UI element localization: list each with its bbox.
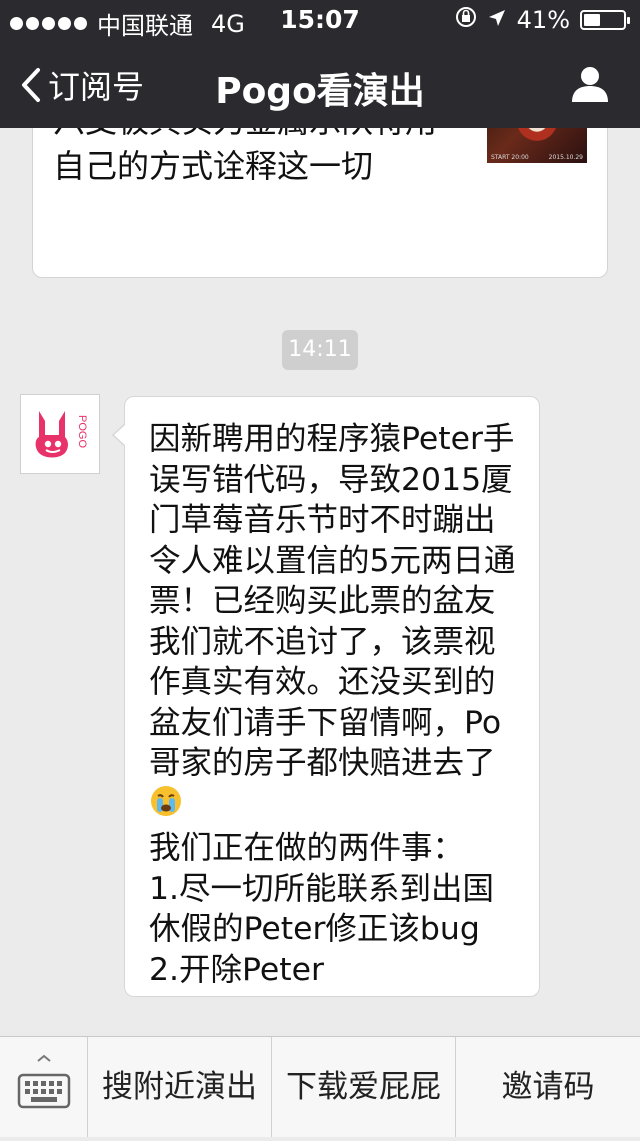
message-text-part1: 因新聘用的程序猿Peter手 误写错代码，导致2015厦 门草莓音乐节时不时蹦出… (149, 421, 516, 781)
location-icon (487, 6, 507, 34)
menu-download-app[interactable]: 下载爱屁屁 (272, 1037, 456, 1137)
navigation-bar: 订阅号 Pogo看演出 (0, 40, 640, 128)
crying-face-icon (149, 784, 183, 829)
thumb-caption-date: 2015.10.29 (548, 154, 583, 161)
message-bubble[interactable]: 因新聘用的程序猿Peter手 误写错代码，导致2015厦 门草莓音乐节时不时蹦出… (112, 396, 540, 997)
keyboard-toggle-button[interactable] (0, 1037, 88, 1137)
page-title: Pogo看演出 (215, 71, 425, 112)
battery-icon (580, 10, 630, 30)
article-text: 六支极具实力金属乐队将用 自己的方式诠释这一切 (53, 128, 437, 185)
battery-percent: 41% (516, 6, 570, 34)
avatar[interactable]: POGO (20, 394, 100, 474)
top-bar: 中国联通 4G 15:07 41% 订阅号 Pogo看演出 (0, 0, 640, 128)
timestamp-badge: 14:11 (282, 330, 358, 370)
profile-button[interactable] (570, 64, 610, 108)
rotation-lock-icon (455, 6, 477, 34)
pogo-logo-icon: POGO (35, 411, 88, 458)
menu-nearby-shows[interactable]: 搜附近演出 (88, 1037, 272, 1137)
bottom-menu: 搜附近演出 下载爱屁屁 邀请码 (0, 1036, 640, 1137)
thumb-caption-start: START 20:00 (491, 154, 529, 161)
message-text-part2: 我们正在做的两件事： 1.尽一切所能联系到出国 休假的Peter修正该bug 2… (149, 830, 495, 988)
skull-artwork-icon (513, 128, 561, 147)
article-card[interactable]: 六支极具实力金属乐队将用 自己的方式诠释这一切 START 20:00 2015… (32, 128, 608, 278)
article-thumbnail[interactable]: START 20:00 2015.10.29 (487, 128, 587, 163)
chat-content[interactable]: 六支极具实力金属乐队将用 自己的方式诠释这一切 START 20:00 2015… (0, 128, 640, 1036)
pogo-logo-text: POGO (76, 415, 88, 448)
person-icon (572, 67, 608, 102)
status-bar: 中国联通 4G 15:07 41% (0, 0, 640, 40)
message-text: 因新聘用的程序猿Peter手 误写错代码，导致2015厦 门草莓音乐节时不时蹦出… (149, 419, 521, 990)
keyboard-icon (17, 1054, 71, 1109)
menu-invite-code[interactable]: 邀请码 (456, 1037, 640, 1137)
